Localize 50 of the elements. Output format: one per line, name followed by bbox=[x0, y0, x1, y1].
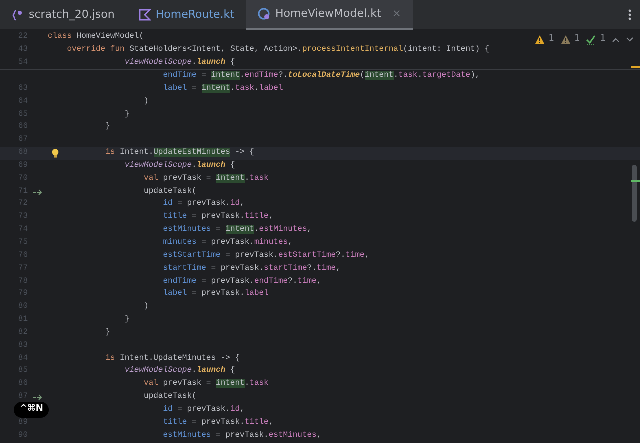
warning-icon bbox=[534, 34, 545, 45]
code-line: label = intent.task.label bbox=[163, 82, 284, 95]
code-line: val prevTask = intent.task bbox=[144, 378, 269, 390]
code-line: ) bbox=[144, 96, 149, 108]
shortcut-hint: ^⌘N bbox=[14, 402, 50, 418]
code-line: id = prevTask.id, bbox=[163, 404, 245, 416]
code-line: updateTask( bbox=[144, 391, 197, 404]
code-line: is Intent.UpdateEstMinutes -> { bbox=[106, 147, 254, 160]
code-line: startTime = prevTask.startTime?.time, bbox=[163, 262, 341, 275]
more-icon[interactable] bbox=[628, 9, 632, 21]
code-line: estMinutes = intent.estMinutes, bbox=[163, 224, 312, 236]
lightbulb-icon[interactable] bbox=[52, 149, 59, 158]
code-line: } bbox=[124, 314, 130, 326]
issue-count: 1 bbox=[574, 33, 580, 46]
error-stripe-mark bbox=[631, 180, 640, 182]
code-line: class HomeViewModel( bbox=[48, 31, 144, 43]
issue-count: 1 bbox=[600, 33, 606, 46]
class-icon bbox=[258, 8, 270, 20]
code-line: id = prevTask.id, bbox=[163, 198, 245, 210]
error-stripe-mark bbox=[631, 66, 640, 68]
braces-icon bbox=[12, 9, 24, 21]
code-line: updateTask( bbox=[144, 186, 197, 198]
code-line: viewModelScope.launch { bbox=[124, 57, 236, 69]
code-line: override fun StateHolders<Intent, State, Action>.processIntentInternal(intent: Intent) { bbox=[67, 44, 490, 56]
code-line: title = prevTask.title, bbox=[163, 211, 274, 224]
code-line: viewModelScope.launch { bbox=[124, 365, 236, 378]
code-line: ) bbox=[144, 301, 149, 314]
chevron-up-icon[interactable] bbox=[612, 36, 620, 43]
code-line: estStartTime = prevTask.estStartTime?.time, bbox=[163, 250, 370, 262]
code-line: title = prevTask.title, bbox=[163, 416, 274, 429]
code-line: } bbox=[124, 108, 130, 121]
code-line: minutes = prevTask.minutes, bbox=[163, 236, 293, 249]
file-tab[interactable]: HomeRoute.kt bbox=[126, 0, 246, 30]
issue-count: 1 bbox=[548, 33, 555, 46]
code-line: endTime = prevTask.endTime?.time, bbox=[163, 276, 322, 288]
code-line: viewModelScope.launch { bbox=[124, 160, 236, 172]
kotlin-icon bbox=[138, 9, 151, 21]
check-icon bbox=[586, 34, 596, 45]
code-line: is Intent.UpdateMinutes -> { bbox=[106, 352, 240, 365]
code-line: endTime = intent.endTime?.toLocalDateTime(intent.task.targetDate), bbox=[163, 70, 480, 82]
chevron-down-icon[interactable] bbox=[626, 36, 634, 43]
code-line: estMinutes = prevTask.estMinutes, bbox=[163, 430, 322, 442]
scrollbar-thumb[interactable] bbox=[632, 165, 637, 222]
file-tab[interactable]: HomeViewModel.kt × bbox=[246, 0, 414, 30]
warning-icon bbox=[560, 34, 571, 45]
code-line: } bbox=[106, 121, 110, 134]
code-line: label = prevTask.label bbox=[163, 288, 269, 300]
code-line: val prevTask = intent.task bbox=[144, 172, 269, 185]
code-line: } bbox=[106, 326, 110, 339]
file-tab[interactable]: scratch_20.json bbox=[0, 0, 127, 30]
